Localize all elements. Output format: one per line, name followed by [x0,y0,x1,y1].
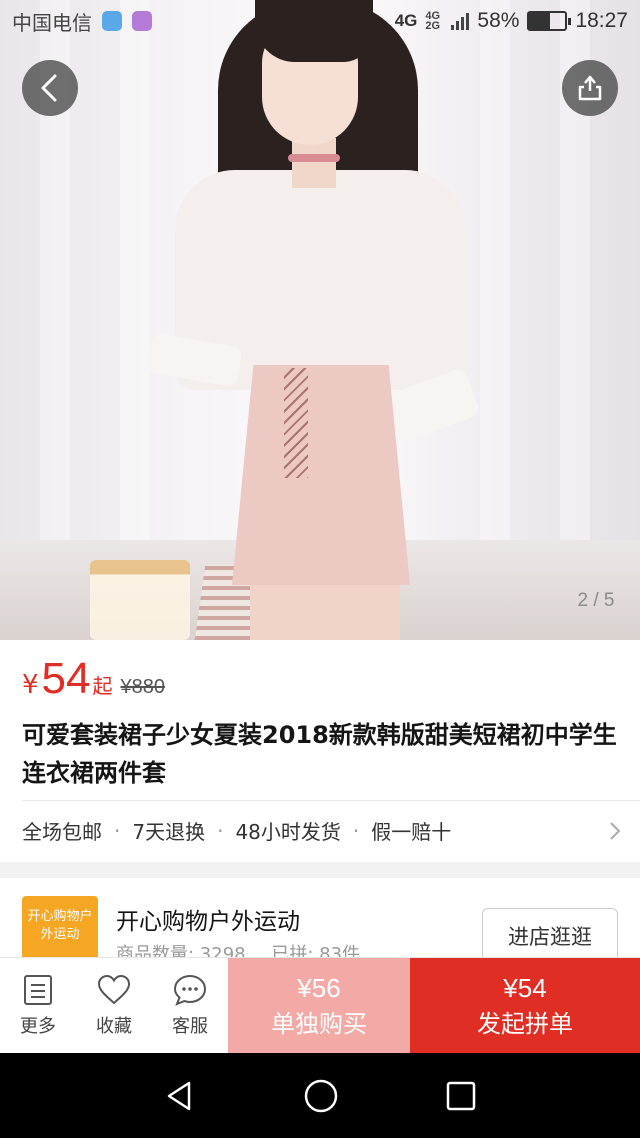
model-figure [250,585,400,640]
clock: 18:27 [575,9,628,32]
bottom-action-bar: 更多 收藏 客服 ¥56 单独购买 ¥54 发起拼单 [0,957,640,1053]
image-page-indicator: 2 / 5 [577,590,615,611]
model-skirt-laces [284,368,308,478]
heart-icon [97,974,131,1004]
product-info: ¥ 54 起 ¥880 可爱套装裙子少女夏装2018新款韩版甜美短裙初中学生连衣… [0,640,640,862]
product-price: 54 [41,654,91,703]
more-label: 更多 [20,1015,56,1037]
group-buy-button[interactable]: ¥54 发起拼单 [410,958,640,1053]
store-sold-count: 已拼: 83件 [271,944,361,958]
separator-dot: · [352,818,360,843]
chevron-left-icon [41,74,57,102]
service-guarantees[interactable]: 全场包邮 · 7天退换 · 48小时发货 · 假一赔十 [22,816,622,845]
store-logo[interactable]: 开心购物户外运动 [22,896,98,958]
original-price: ¥880 [120,676,166,698]
group-label: 发起拼单 [477,1009,573,1038]
product-image[interactable] [0,0,640,640]
battery-icon [527,11,572,31]
favorite-label: 收藏 [96,1015,132,1037]
carrier-name: 中国电信 [12,10,92,35]
back-button[interactable] [22,60,78,116]
favorite-button[interactable]: 收藏 [76,958,152,1053]
service-item: 48小时发货 [235,820,341,844]
enter-store-button[interactable]: 进店逛逛 [482,908,618,958]
store-card[interactable]: 开心购物户外运动 开心购物户外运动 商品数量: 3298 已拼: 83件 进店逛… [0,878,640,958]
group-price: ¥54 [503,972,547,1003]
model-skirt [232,365,410,585]
menu-list-icon [24,974,52,1005]
system-nav-bar [0,1053,640,1138]
share-icon [578,75,602,101]
signal-icon [451,12,470,30]
more-button[interactable]: 更多 [0,958,76,1053]
chevron-right-icon [610,821,621,840]
solo-label: 单独购买 [271,1009,367,1038]
nav-recents-icon[interactable] [445,1080,477,1112]
model-figure [292,138,336,188]
image-prop [90,560,190,640]
customer-service-button[interactable]: 客服 [152,958,228,1053]
nav-home-icon[interactable] [303,1078,339,1114]
chat-bubble-icon [173,974,207,1006]
location-icon [102,11,122,31]
service-item: 全场包邮 [22,820,102,844]
service-item: 7天退换 [132,820,206,844]
price-row: ¥ 54 起 ¥880 [22,654,165,704]
store-stats: 商品数量: 3298 已拼: 83件 [116,940,380,958]
product-title: 可爱套装裙子少女夏装2018新款韩版甜美短裙初中学生连衣裙两件套 [22,721,617,787]
network-sub: 4G 2G [425,10,441,32]
share-button[interactable] [562,60,618,116]
separator-dot: · [217,818,224,843]
battery-percent: 58% [477,9,520,32]
network-type: 4G [394,11,418,30]
status-bar: 中国电信 4G 4G 2G 58% 18:27 [0,0,640,42]
currency-symbol: ¥ [22,670,39,700]
solo-price: ¥56 [297,972,341,1003]
model-choker [288,154,340,162]
store-product-count: 商品数量: 3298 [116,944,246,958]
price-suffix: 起 [92,674,113,698]
service-label: 客服 [172,1015,208,1037]
divider [22,800,640,801]
buy-alone-button[interactable]: ¥56 单独购买 [228,958,410,1053]
store-name[interactable]: 开心购物户外运动 [116,902,300,936]
gallery-icon [132,11,152,31]
service-item: 假一赔十 [371,820,452,844]
nav-back-icon[interactable] [163,1079,197,1113]
separator-dot: · [114,818,121,843]
